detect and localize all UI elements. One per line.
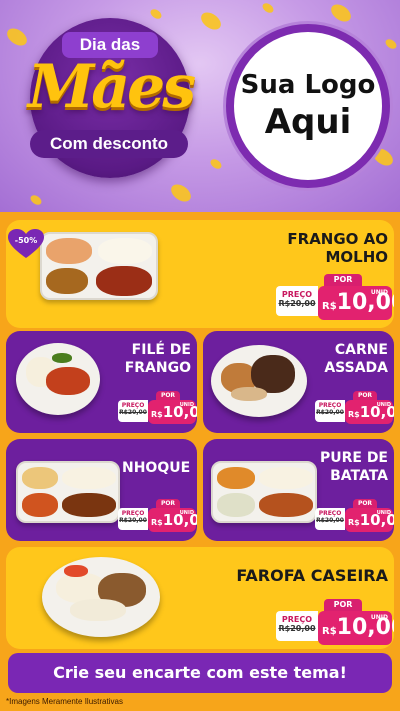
product-name-line2: MOLHO [325, 248, 388, 266]
cta-banner[interactable]: Crie seu encarte com este tema! [8, 653, 392, 693]
price-currency: R$ [348, 410, 360, 419]
title-badge-main: Mães [27, 52, 196, 122]
price-por-label: POR [353, 391, 377, 400]
price-new: R$10,00 UNID [345, 400, 394, 424]
product-name: NHOQUE [102, 459, 191, 477]
product-name-line2: BATATA [330, 468, 388, 484]
price-tag: POR PREÇO R$20,00 R$10,00 UNID [276, 599, 394, 649]
price-old-label: PREÇO [281, 615, 313, 624]
price-old-value: R$20,00 [119, 517, 147, 524]
price-old-label: PREÇO [281, 290, 313, 299]
price-unit: UNID [376, 402, 391, 408]
product-name-line1: FILÉ DE [131, 342, 191, 358]
petal-decoration [3, 24, 31, 50]
title-badge-line3: Com desconto [30, 130, 188, 158]
product-name: PURE DE BATATA [299, 449, 388, 485]
logo-placeholder: Sua Logo Aqui [226, 24, 390, 188]
price-tag: POR PREÇO R$20,00 R$10,00 UNID [315, 391, 394, 427]
price-old: PREÇO R$20,00 [118, 400, 148, 422]
price-old: PREÇO R$20,00 [118, 508, 148, 530]
price-currency: R$ [322, 626, 337, 637]
price-por-label: POR [324, 274, 362, 286]
product-name-line1: PURE DE [319, 450, 388, 466]
price-tag: POR PREÇO R$20,00 R$10,00 UNID [118, 499, 197, 535]
price-por-label: POR [156, 499, 180, 508]
petal-decoration [167, 180, 195, 206]
price-new: R$10,00 UNID [148, 508, 197, 532]
price-new: R$10,00 UNID [318, 611, 394, 645]
product-card-file-de-frango: FILÉ DE FRANGO POR PREÇO R$20,00 R$10,00… [6, 331, 197, 433]
price-unit: UNID [179, 402, 194, 408]
price-currency: R$ [348, 518, 360, 527]
food-image [16, 343, 100, 415]
discount-badge-text: -50% [14, 236, 38, 245]
price-old: PREÇO R$20,00 [315, 400, 345, 422]
price-unit: UNID [376, 510, 391, 516]
petal-decoration [148, 7, 164, 21]
price-old: PREÇO R$20,00 [315, 508, 345, 530]
petal-decoration [327, 0, 355, 26]
petal-decoration [208, 157, 224, 171]
petal-decoration [28, 193, 44, 207]
product-name: CARNE ASSADA [299, 341, 388, 377]
food-image [40, 232, 158, 300]
product-card-pure-de-batata: PURE DE BATATA POR PREÇO R$20,00 R$10,00… [203, 439, 394, 541]
discount-badge: -50% [8, 229, 44, 259]
product-name-line1: CARNE [334, 342, 388, 358]
price-old-value: R$20,00 [316, 517, 344, 524]
price-new: R$10,00 UNID [345, 508, 394, 532]
product-name-line2: ASSADA [324, 360, 388, 376]
price-currency: R$ [151, 518, 163, 527]
price-tag: POR PREÇO R$20,00 R$10,00 UNID [118, 391, 197, 427]
price-por-label: POR [353, 499, 377, 508]
price-old-value: R$20,00 [119, 409, 147, 416]
price-por-label: POR [156, 391, 180, 400]
food-image [211, 345, 307, 417]
petal-decoration [260, 1, 276, 15]
price-old-label: PREÇO [318, 510, 342, 517]
logo-text-line1: Sua Logo [240, 70, 376, 100]
food-image [42, 557, 160, 637]
product-card-frango-ao-molho: FRANGO AO MOLHO POR PREÇO R$20,00 R$10,0… [6, 220, 394, 328]
petal-decoration [383, 37, 399, 51]
price-unit: UNID [179, 510, 194, 516]
price-currency: R$ [151, 410, 163, 419]
price-unit: UNID [370, 614, 388, 621]
price-old-value: R$20,00 [316, 409, 344, 416]
price-unit: UNID [370, 289, 388, 296]
price-new: R$10,00 UNID [148, 400, 197, 424]
price-old: PREÇO R$20,00 [276, 286, 318, 316]
product-name-line2: FRANGO [124, 360, 191, 376]
disclaimer-text: *Imagens Meramente Ilustrativas [6, 697, 123, 706]
product-name: FAROFA CASEIRA [186, 567, 388, 585]
header-banner: Dia das Mães Com desconto Sua Logo Aqui [0, 0, 400, 212]
price-por-label: POR [324, 599, 362, 611]
price-currency: R$ [322, 301, 337, 312]
price-old-label: PREÇO [121, 510, 145, 517]
price-new: R$10,00 UNID [318, 286, 394, 320]
price-old-label: PREÇO [121, 402, 145, 409]
product-name-line1: NHOQUE [122, 460, 191, 476]
product-card-nhoque: NHOQUE POR PREÇO R$20,00 R$10,00 UNID [6, 439, 197, 541]
product-name-line1: FAROFA CASEIRA [236, 566, 388, 585]
product-card-carne-assada: CARNE ASSADA POR PREÇO R$20,00 R$10,00 U… [203, 331, 394, 433]
price-tag: POR PREÇO R$20,00 R$10,00 UNID [276, 274, 394, 324]
logo-text-line2: Aqui [264, 102, 352, 142]
petal-decoration [197, 8, 225, 34]
price-old: PREÇO R$20,00 [276, 611, 318, 641]
price-tag: POR PREÇO R$20,00 R$10,00 UNID [315, 499, 394, 535]
product-card-farofa-caseira: FAROFA CASEIRA POR PREÇO R$20,00 R$10,00… [6, 547, 394, 649]
product-name: FILÉ DE FRANGO [102, 341, 191, 377]
price-old-label: PREÇO [318, 402, 342, 409]
product-name: FRANGO AO MOLHO [206, 230, 388, 266]
price-old-value: R$20,00 [278, 624, 316, 633]
price-old-value: R$20,00 [278, 299, 316, 308]
product-name-line1: FRANGO AO [287, 230, 388, 248]
flyer: Dia das Mães Com desconto Sua Logo Aqui … [0, 0, 400, 711]
